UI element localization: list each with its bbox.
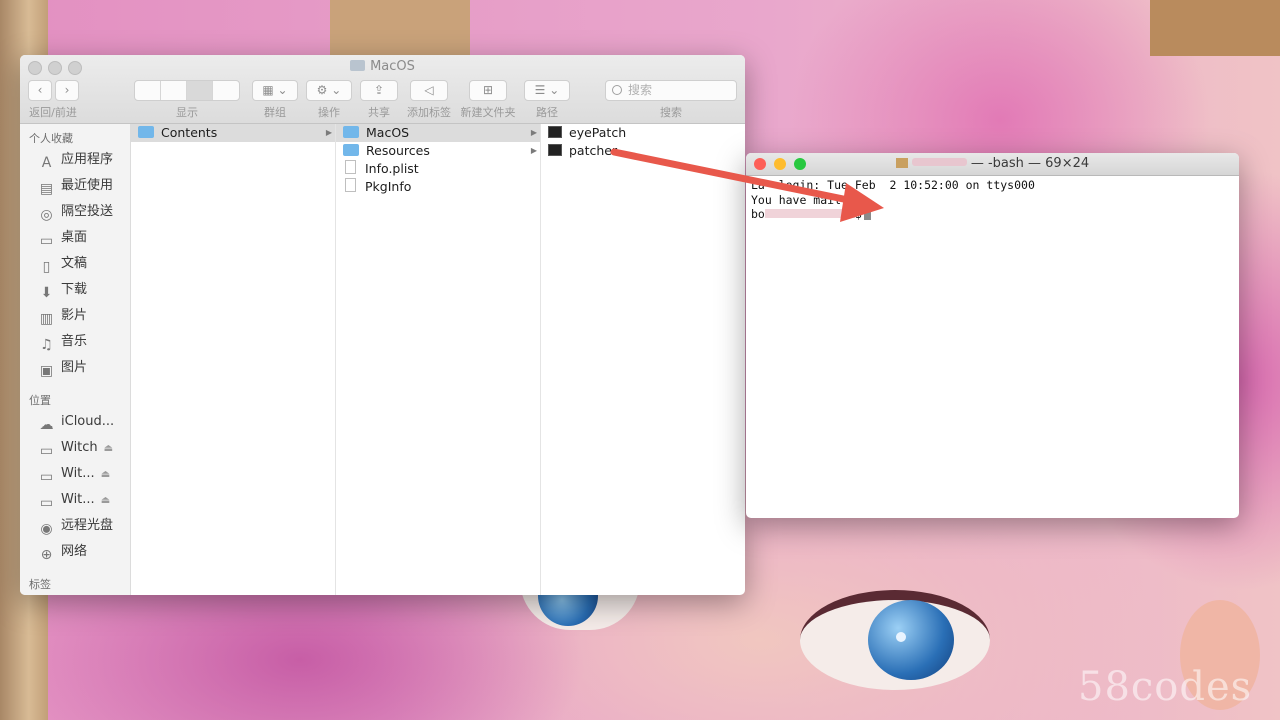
arrow-head xyxy=(840,183,884,222)
arrow-shaft xyxy=(610,148,862,206)
annotation-arrow xyxy=(610,148,884,222)
